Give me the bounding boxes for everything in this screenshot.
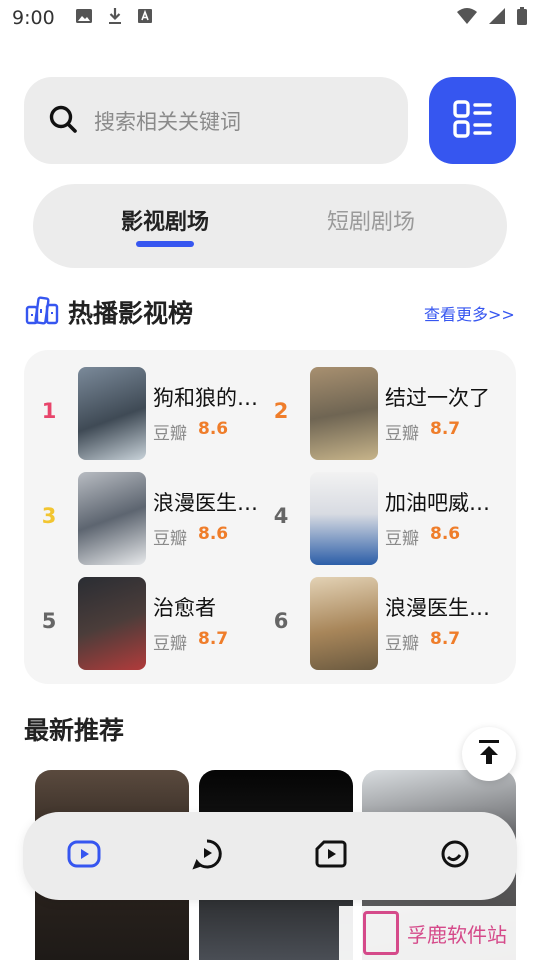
signal-icon <box>488 7 506 29</box>
search-icon <box>48 104 78 138</box>
rank-source: 豆瓣 <box>385 424 419 444</box>
ranking-item[interactable]: 1 狗和狼的… 豆瓣 8.6 <box>38 367 268 461</box>
poster-image <box>310 367 378 460</box>
battery-icon <box>516 6 528 30</box>
rank-source: 豆瓣 <box>153 634 187 654</box>
nav-short-video[interactable] <box>313 838 349 874</box>
search-input[interactable]: 搜索相关关键词 <box>94 106 241 136</box>
ranking-item[interactable]: 6 浪漫医生… 豆瓣 8.7 <box>270 577 500 671</box>
rank-number: 1 <box>41 399 57 423</box>
list-icon <box>452 99 493 143</box>
rank-title: 浪漫医生… <box>153 491 258 515</box>
rank-title: 治愈者 <box>153 596 216 620</box>
rank-score: 8.7 <box>198 629 229 649</box>
ranking-item[interactable]: 3 浪漫医生… 豆瓣 8.6 <box>38 472 268 566</box>
rank-source: 豆瓣 <box>153 529 187 549</box>
rank-title: 结过一次了 <box>385 386 490 410</box>
nav-chat[interactable] <box>189 838 225 874</box>
poster-image <box>78 472 146 565</box>
rank-number: 5 <box>41 609 57 633</box>
chat-play-icon <box>191 838 223 874</box>
tab-short-drama[interactable]: 短剧剧场 <box>327 204 415 236</box>
poster-image <box>310 577 378 670</box>
rank-score: 8.7 <box>430 419 461 439</box>
latest-section-title: 最新推荐 <box>24 716 125 745</box>
rank-source: 豆瓣 <box>153 424 187 444</box>
search-bar[interactable]: 搜索相关关键词 <box>24 77 408 164</box>
view-more-link[interactable]: 查看更多>> <box>424 301 515 325</box>
nav-video[interactable] <box>66 838 102 874</box>
rank-source: 豆瓣 <box>385 529 419 549</box>
rank-title: 加油吧威… <box>385 491 490 515</box>
font-icon <box>137 8 153 28</box>
poster-image <box>78 577 146 670</box>
poster-image <box>78 367 146 460</box>
rank-number: 4 <box>273 504 289 528</box>
download-icon <box>107 7 123 29</box>
rank-score: 8.6 <box>198 524 229 544</box>
rank-source: 豆瓣 <box>385 634 419 654</box>
tab-movies[interactable]: 影视剧场 <box>121 204 209 236</box>
ranking-list: 1 狗和狼的… 豆瓣 8.6 2 结过一次了 豆瓣 8.7 3 浪漫医生… 豆瓣… <box>24 350 516 684</box>
ranking-item[interactable]: 5 治愈者 豆瓣 8.7 <box>38 577 268 671</box>
rank-score: 8.6 <box>430 524 461 544</box>
rank-number: 6 <box>273 609 289 633</box>
status-bar: 9:00 <box>0 0 540 36</box>
watermark-logo <box>363 911 399 955</box>
wifi-icon <box>456 7 478 29</box>
nav-profile[interactable] <box>437 838 473 874</box>
watermark-text: 孚鹿软件站 <box>407 922 507 947</box>
ranking-item[interactable]: 2 结过一次了 豆瓣 8.7 <box>270 367 500 461</box>
ranking-icon <box>25 295 59 329</box>
poster-image <box>310 472 378 565</box>
watermark: 孚鹿软件站 <box>339 906 517 960</box>
rank-number: 3 <box>41 504 57 528</box>
image-icon <box>75 8 93 28</box>
status-time: 9:00 <box>12 7 55 29</box>
rank-title: 狗和狼的… <box>153 386 258 410</box>
video-icon <box>67 839 101 873</box>
rank-title: 浪漫医生… <box>385 596 490 620</box>
bottom-navigation <box>23 812 517 900</box>
profile-icon <box>440 839 470 873</box>
rank-score: 8.7 <box>430 629 461 649</box>
theater-tabs: 影视剧场 短剧剧场 <box>33 184 507 268</box>
tab-active-indicator <box>136 241 194 247</box>
category-list-button[interactable] <box>429 77 516 164</box>
clip-icon <box>315 839 347 873</box>
arrow-up-icon <box>476 738 502 770</box>
rank-number: 2 <box>273 399 289 423</box>
ranking-item[interactable]: 4 加油吧威… 豆瓣 8.6 <box>270 472 500 566</box>
rank-score: 8.6 <box>198 419 229 439</box>
hot-section-title: 热播影视榜 <box>68 299 194 328</box>
back-to-top-button[interactable] <box>462 727 516 781</box>
